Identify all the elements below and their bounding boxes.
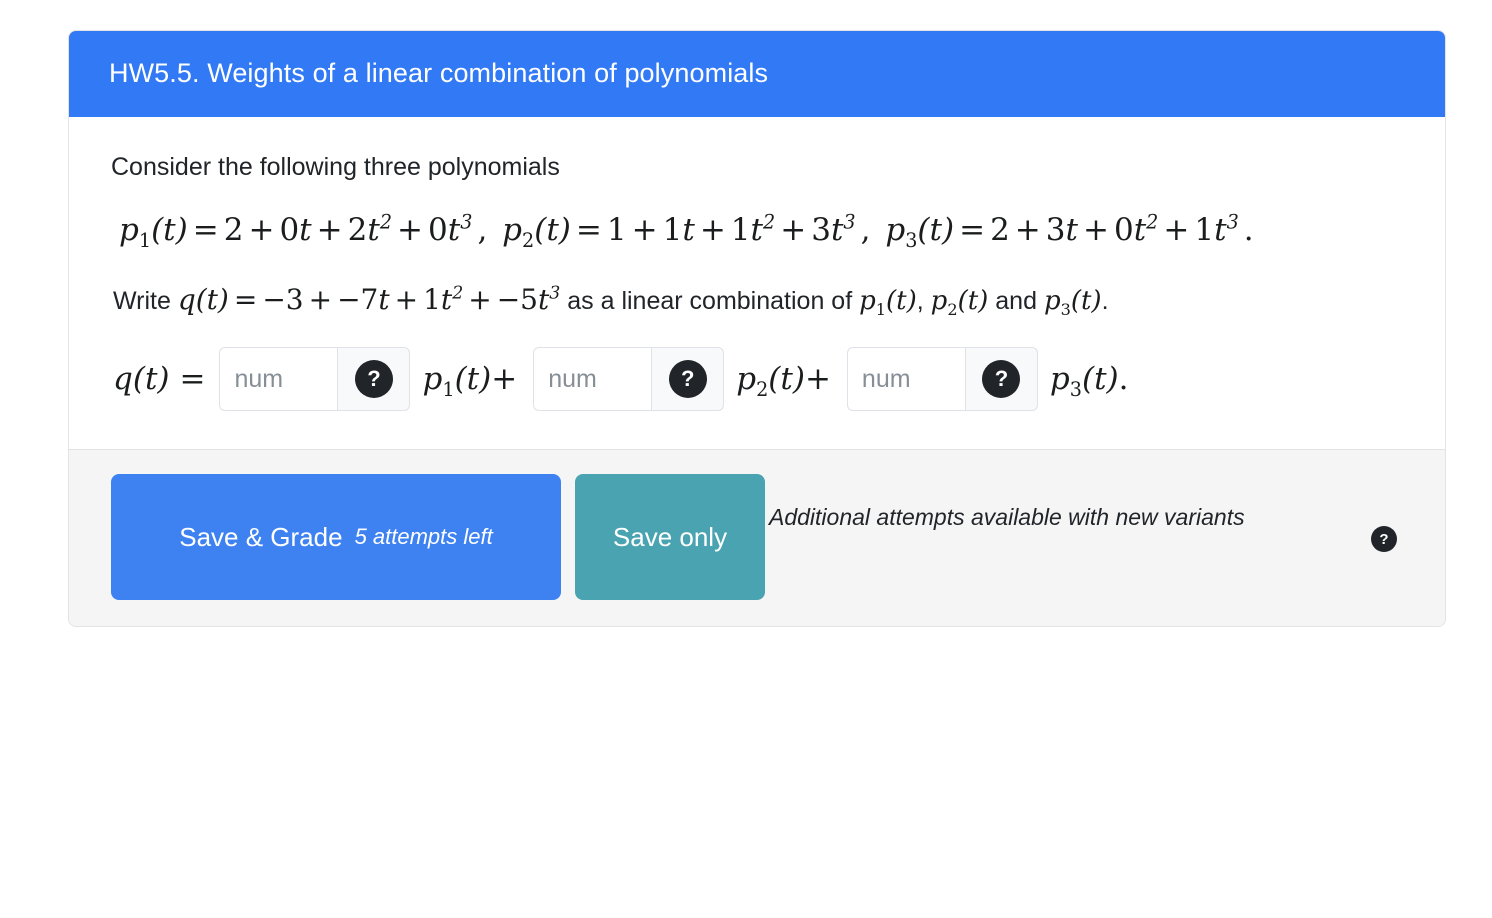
card-body: Consider the following three polynomials… [69,117,1445,450]
instruction-period: . [1101,286,1109,315]
coefficient-term-2: p2(t)+ [736,361,831,402]
coefficient-group-1: ? [219,347,411,412]
comma-separator-2: , [860,212,881,249]
question-mark-icon: ? [668,360,707,399]
save-and-grade-button[interactable]: Save & Grade 5 attempts left [111,474,561,601]
card-header: HW5.5. Weights of a linear combination o… [69,31,1445,118]
coefficient-help-button-2[interactable]: ? [651,347,725,412]
coefficient-input-2[interactable] [533,347,652,412]
exercise-card: HW5.5. Weights of a linear combination o… [68,30,1446,628]
coefficient-help-button-1[interactable]: ? [337,347,411,412]
polynomial-p3: p3(t) = 2 +3t +0t2 +1t3 [885,210,1239,253]
card-footer: Save & Grade 5 attempts left Save only A… [69,449,1445,627]
polynomial-p1: p1(t) = 2 +0t +2t2 +0t3 [119,210,473,253]
instruction-line: Write q(t) = −3 + −7t +1t2 + −5t3 as a linear c… [113,280,1405,319]
write-and-text: and [995,286,1037,315]
polynomial-p2: p2(t) = 1 +1t +1t2 +3t3 [502,210,856,253]
coefficient-group-3: ? [846,347,1038,412]
reference-p1: p1(t) [859,285,917,320]
page-root: HW5.5. Weights of a linear combination o… [0,0,1492,918]
list-comma: , [916,286,924,315]
coefficient-input-3[interactable] [846,347,965,412]
polynomial-q: q(t) = −3 + −7t +1t2 + −5t3 [177,282,561,316]
comma-separator-1: , [477,212,498,249]
question-mark-icon: ? [1379,530,1389,548]
attempts-remaining-label: 5 attempts left [354,524,493,550]
reference-p3: p3(t) [1043,285,1102,320]
write-prefix: Write [113,286,171,315]
coefficient-help-button-3[interactable]: ? [964,347,1038,412]
polynomial-definitions: p1(t) = 2 +0t +2t2 +0t3, p2(t) = 1 +1t +1t2 +3t3, … [119,211,1405,250]
save-only-button[interactable]: Save only [575,474,765,601]
answer-lhs: q(t) = [113,361,206,398]
variant-note-text: Additional attempts available with new v… [769,504,1245,531]
intro-text: Consider the following three polynomials [111,153,560,182]
sentence-period: . [1243,212,1254,249]
coefficient-term-3: p3(t). [1049,361,1129,402]
coefficient-term-1: p1(t)+ [422,361,518,402]
question-mark-icon: ? [354,360,393,399]
save-and-grade-label: Save & Grade [179,522,343,553]
reference-p2: p2(t) [930,285,989,320]
question-mark-icon: ? [982,360,1021,399]
coefficient-group-2: ? [533,347,725,412]
answer-row: q(t)= ? p1(t)+ ? p2(t)+ [113,347,1405,412]
footer-help-icon[interactable]: ? [1371,526,1397,553]
write-middle-text: as a linear combination of [567,286,853,315]
page-title: HW5.5. Weights of a linear combination o… [109,58,769,88]
coefficient-input-1[interactable] [219,347,338,412]
save-only-label: Save only [612,521,728,552]
